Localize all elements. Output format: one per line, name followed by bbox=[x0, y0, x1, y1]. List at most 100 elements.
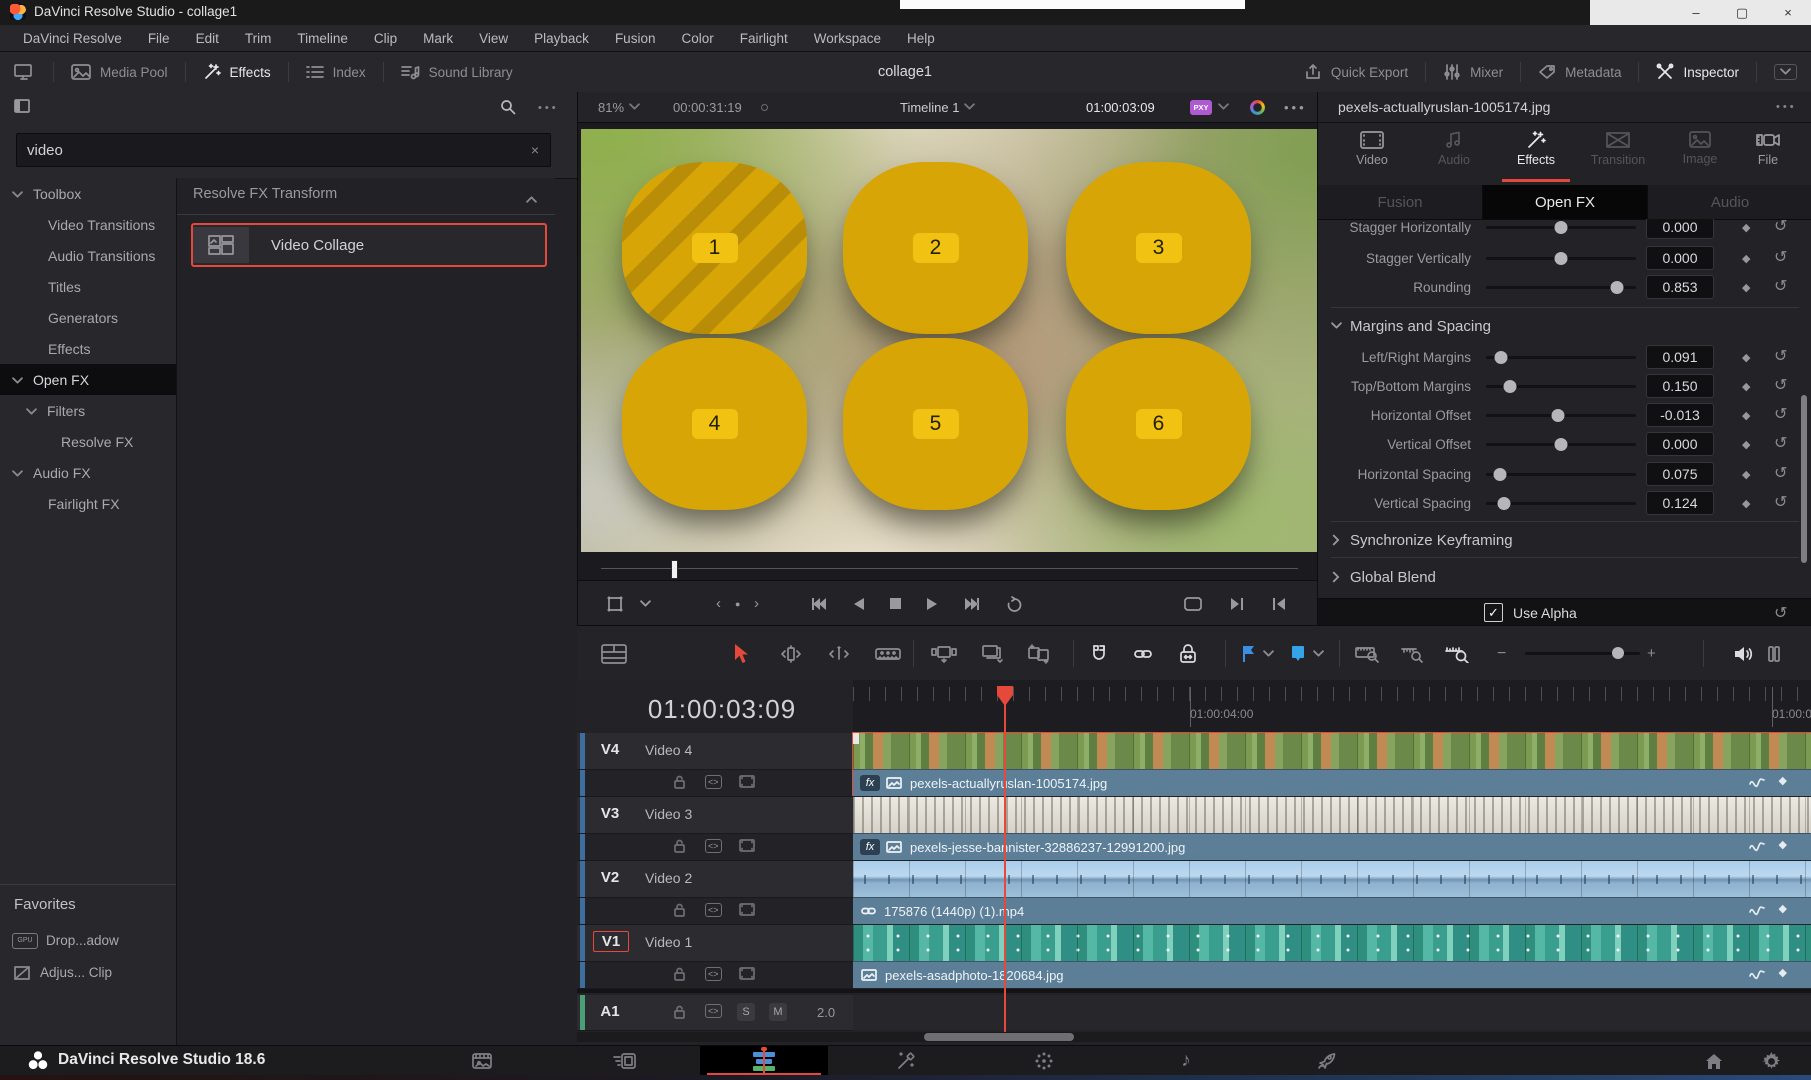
value-field[interactable]: 0.091 bbox=[1646, 345, 1714, 369]
loop-region-icon[interactable] bbox=[1184, 581, 1202, 626]
menu-fairlight[interactable]: Fairlight bbox=[727, 31, 801, 46]
slider[interactable] bbox=[1486, 385, 1636, 388]
track-name[interactable]: Video 3 bbox=[645, 806, 692, 822]
video-collage-item[interactable]: Video Collage bbox=[191, 223, 547, 267]
jog-forward-icon[interactable]: › bbox=[754, 581, 759, 626]
track-filmstrip-icon[interactable] bbox=[739, 967, 755, 980]
auto-select-icon[interactable]: <> bbox=[705, 839, 722, 853]
audio-clip-area[interactable] bbox=[853, 995, 1811, 1030]
jog-reverse-icon[interactable]: ‹ bbox=[716, 581, 721, 626]
overlay-dropdown-icon[interactable] bbox=[640, 581, 651, 626]
marker-icon[interactable] bbox=[1291, 626, 1305, 681]
track-id[interactable]: V3 bbox=[593, 805, 627, 822]
panel-layout-dropdown[interactable] bbox=[1774, 64, 1797, 80]
viewer-scrubber[interactable] bbox=[601, 568, 1298, 569]
auto-select-icon[interactable]: <> bbox=[705, 775, 722, 789]
inspector-scrollbar[interactable] bbox=[1801, 395, 1807, 563]
keyframe-icon[interactable]: ◆ bbox=[1742, 468, 1750, 481]
page-cut-icon[interactable] bbox=[597, 1046, 653, 1076]
inspector-icon[interactable] bbox=[1656, 63, 1674, 81]
tree-item-filters[interactable]: Filters bbox=[0, 395, 176, 426]
favorite-item-adjustment-clip[interactable]: Adjus... Clip bbox=[0, 957, 176, 988]
slider[interactable] bbox=[1486, 414, 1636, 417]
timeline-timecode[interactable]: 01:00:03:09 bbox=[617, 694, 827, 725]
timeline-hscrollbar[interactable] bbox=[577, 1032, 1811, 1042]
value-field[interactable]: 0.124 bbox=[1646, 491, 1714, 515]
clip-name-bar[interactable]: pexels-asadphoto-1820684.jpg ◆ bbox=[853, 961, 1811, 988]
panel-toggle-icon[interactable] bbox=[14, 99, 30, 118]
media-pool-icon[interactable] bbox=[71, 64, 91, 80]
resolve-sync-icon[interactable] bbox=[1250, 92, 1265, 122]
tree-item-open-fx[interactable]: Open FX bbox=[0, 364, 176, 395]
viewer-options-icon[interactable]: ••• bbox=[1284, 92, 1307, 122]
audio-monitor-speaker-icon[interactable] bbox=[1733, 626, 1753, 681]
clip-start-handle[interactable] bbox=[853, 733, 859, 744]
flag-icon[interactable] bbox=[1241, 626, 1255, 681]
track-id[interactable]: V4 bbox=[593, 741, 627, 758]
value-field[interactable]: 0.075 bbox=[1646, 462, 1714, 486]
tab-transition[interactable]: Transition bbox=[1577, 122, 1659, 185]
tree-item-effects[interactable]: Effects bbox=[0, 333, 176, 364]
reset-icon[interactable]: ↺ bbox=[1774, 276, 1787, 296]
snapping-magnet-icon[interactable] bbox=[1089, 626, 1109, 681]
proxy-dropdown-icon[interactable] bbox=[1218, 92, 1229, 122]
close-button[interactable]: × bbox=[1765, 5, 1811, 20]
tree-item-video-transitions[interactable]: Video Transitions bbox=[0, 209, 176, 240]
mixer-meters-icon[interactable] bbox=[1767, 626, 1781, 681]
search-icon[interactable] bbox=[500, 99, 516, 120]
menu-mark[interactable]: Mark bbox=[410, 31, 466, 46]
track-id[interactable]: A1 bbox=[593, 1003, 627, 1020]
slider[interactable] bbox=[1486, 502, 1636, 505]
section-synchronize-keyframing[interactable]: Synchronize Keyframing bbox=[1318, 527, 1811, 553]
track-name[interactable]: Video 4 bbox=[645, 742, 692, 758]
maximize-button[interactable]: ▢ bbox=[1719, 5, 1765, 21]
viewer-zoom-select[interactable]: 81% bbox=[598, 92, 640, 122]
section-margins-and-spacing[interactable]: Margins and Spacing bbox=[1318, 313, 1811, 339]
section-global-blend[interactable]: Global Blend bbox=[1318, 564, 1811, 590]
auto-select-icon[interactable]: <> bbox=[705, 903, 722, 917]
effects-icon[interactable] bbox=[203, 63, 221, 81]
tree-item-audio-fx[interactable]: Audio FX bbox=[0, 457, 176, 488]
page-color-icon[interactable] bbox=[1016, 1046, 1072, 1076]
zoom-in-icon[interactable]: + bbox=[1647, 626, 1656, 681]
flag-dropdown-icon[interactable] bbox=[1263, 626, 1274, 681]
lock-icon[interactable] bbox=[673, 903, 686, 917]
search-box[interactable]: × bbox=[16, 133, 551, 167]
insert-clip-icon[interactable] bbox=[931, 626, 957, 681]
track-name[interactable]: Video 1 bbox=[645, 934, 692, 950]
value-field[interactable]: 0.853 bbox=[1646, 275, 1714, 299]
clip-v3[interactable]: fx pexels-jesse-bannister-32886237-12991… bbox=[853, 797, 1811, 859]
track-id-destination[interactable]: V1 bbox=[593, 931, 629, 952]
use-alpha-checkbox[interactable]: ✓ bbox=[1484, 603, 1503, 622]
next-edit-icon[interactable] bbox=[1230, 581, 1244, 626]
media-pool-button[interactable]: Media Pool bbox=[100, 65, 168, 80]
keyframe-icon[interactable]: ◆ bbox=[1742, 409, 1750, 422]
reset-icon[interactable]: ↺ bbox=[1774, 463, 1787, 483]
reset-icon[interactable]: ↺ bbox=[1774, 603, 1787, 623]
menu-timeline[interactable]: Timeline bbox=[284, 31, 361, 46]
keyframe-icon[interactable]: ◆ bbox=[1742, 497, 1750, 510]
value-field[interactable]: 0.000 bbox=[1646, 246, 1714, 270]
reset-icon[interactable]: ↺ bbox=[1774, 492, 1787, 512]
razor-edit-mode-icon[interactable] bbox=[875, 626, 901, 681]
position-lock-icon[interactable] bbox=[1179, 626, 1197, 681]
search-input[interactable] bbox=[17, 142, 520, 159]
viewer-scrubber-playhead[interactable] bbox=[671, 560, 678, 579]
clip-name-bar[interactable]: fx pexels-actuallyruslan-1005174.jpg ◆ bbox=[853, 769, 1811, 796]
menu-fusion[interactable]: Fusion bbox=[602, 31, 669, 46]
slider[interactable] bbox=[1486, 443, 1636, 446]
inspector-button[interactable]: Inspector bbox=[1683, 65, 1739, 80]
prev-edit-icon[interactable] bbox=[1272, 581, 1286, 626]
settings-gear-icon[interactable] bbox=[1743, 1046, 1799, 1076]
page-deliver-icon[interactable] bbox=[1298, 1046, 1354, 1076]
quick-export-icon[interactable] bbox=[1304, 63, 1322, 81]
clip-v1[interactable]: pexels-asadphoto-1820684.jpg ◆ bbox=[853, 925, 1811, 987]
subtab-audio[interactable]: Audio bbox=[1648, 185, 1811, 219]
track-name[interactable]: Video 2 bbox=[645, 870, 692, 886]
zoom-slider-handle[interactable] bbox=[1612, 647, 1624, 659]
auto-select-icon[interactable]: <> bbox=[705, 1004, 722, 1018]
timeline-ruler[interactable]: 01:00:04:00 01:00:05:00 bbox=[853, 680, 1811, 734]
page-fusion-icon[interactable] bbox=[877, 1046, 933, 1076]
keyframe-icon[interactable]: ◆ bbox=[1742, 221, 1750, 234]
timeline-playhead-line[interactable] bbox=[1004, 686, 1006, 1042]
